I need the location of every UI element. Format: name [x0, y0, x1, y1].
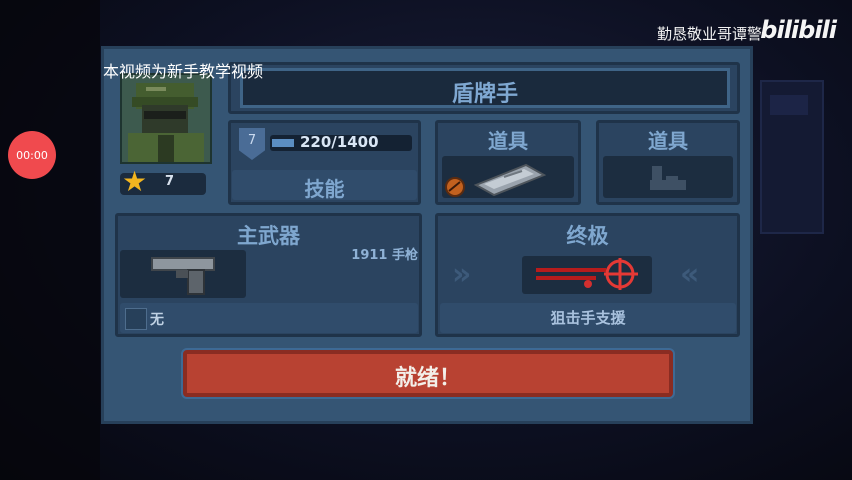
secondary-row: [120, 303, 418, 333]
xp-bar-fill: [272, 139, 294, 147]
class-name: 盾牌手: [451, 82, 518, 107]
background-window-detail: [770, 95, 808, 115]
sniper-crosshair-icon: [536, 258, 638, 290]
ready-button-label: 就绪！: [394, 366, 461, 391]
star-icon: ★: [122, 165, 148, 198]
record-timer-button[interactable]: 00:00: [8, 131, 56, 179]
character-portrait: [120, 73, 212, 164]
bilibili-logo: bilibili: [760, 16, 837, 44]
riot-shield-icon: [474, 163, 546, 197]
overlay-caption: 本视频为新手教学视频: [103, 62, 264, 81]
ultimate-name: 狙击手支援: [550, 309, 626, 327]
record-time: 00:00: [16, 148, 48, 162]
rank-number: 7: [247, 133, 257, 148]
primary-weapon-name: 1911 手枪: [351, 248, 418, 263]
grenade-icon: [445, 177, 465, 197]
skill-label: 技能: [304, 177, 345, 201]
background-shade: [0, 0, 100, 480]
class-name-bar: 盾牌手: [240, 68, 730, 108]
item-slot-2-label: 道具: [648, 129, 688, 153]
xp-text: 220/1400: [300, 133, 379, 151]
secondary-none-label: 无: [150, 312, 164, 328]
item-slot-1-label: 道具: [488, 129, 528, 153]
star-count: 7: [165, 174, 175, 189]
ultimate-label: 终极: [566, 224, 609, 248]
soldier-avatar-icon: [122, 75, 210, 162]
chevron-right-icon[interactable]: »: [452, 257, 471, 292]
empty-checkbox-icon[interactable]: [125, 308, 147, 330]
uploader-watermark: 勤恳敬业哥谭警: [656, 25, 762, 43]
pistol-icon: [151, 257, 215, 295]
ready-button[interactable]: 就绪！: [183, 350, 673, 397]
chevron-left-icon[interactable]: «: [680, 257, 699, 292]
locked-item-icon: [650, 166, 686, 190]
